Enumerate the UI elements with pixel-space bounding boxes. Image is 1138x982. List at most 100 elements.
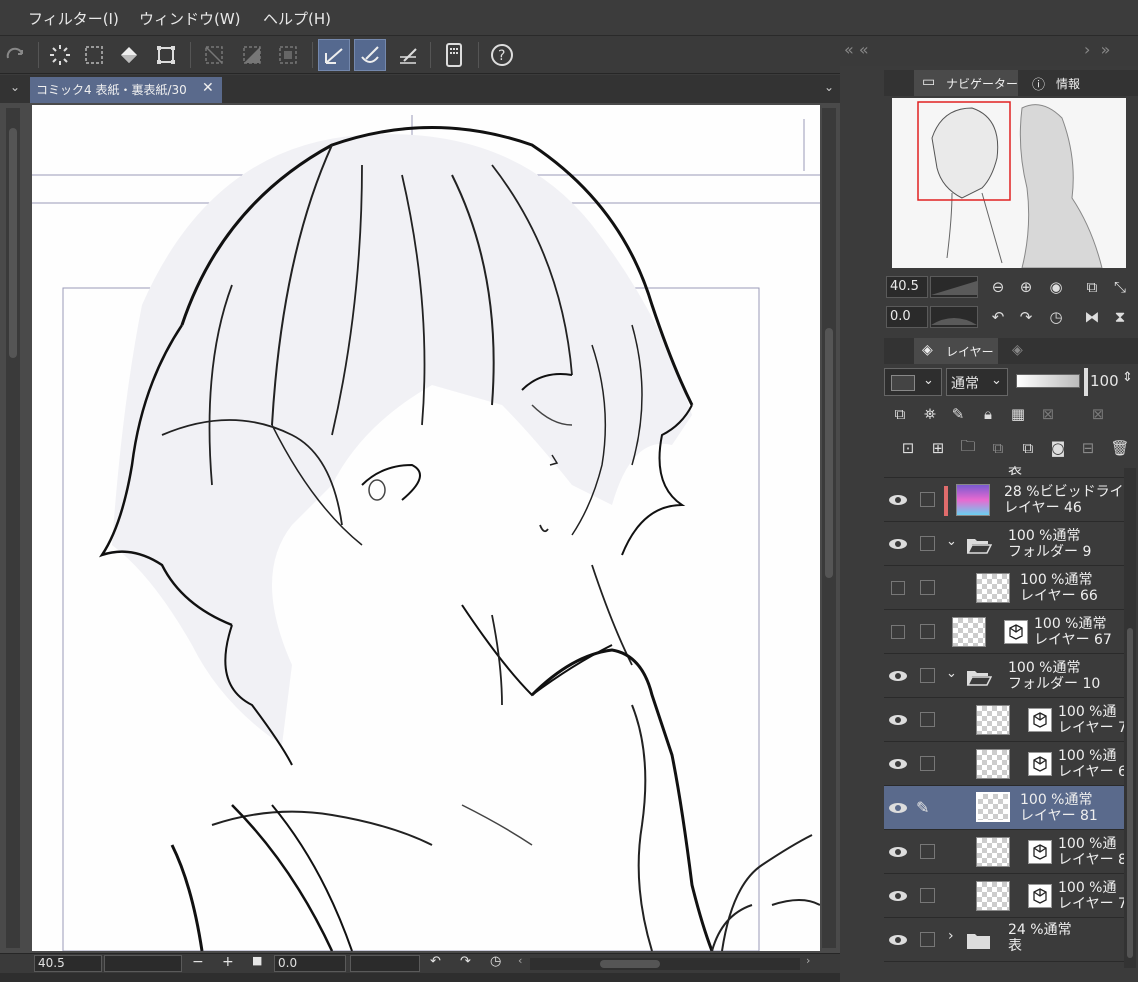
layer-checkbox[interactable]: [920, 888, 935, 903]
zoom-out-circle-icon[interactable]: ⊖: [988, 277, 1008, 297]
rotate-left-icon[interactable]: ↶: [430, 954, 441, 969]
clip-icon[interactable]: ⧉: [890, 404, 910, 424]
snap-special-ruler-icon[interactable]: [354, 39, 386, 71]
layer-checkbox[interactable]: [920, 932, 935, 947]
layer-row[interactable]: 100 %通常 レイヤー 67: [884, 610, 1124, 654]
lock-transparency-icon[interactable]: ▦: [1008, 404, 1028, 424]
collapse-right-icon[interactable]: › »: [1084, 40, 1110, 59]
layer-checkbox[interactable]: [920, 712, 935, 727]
fit-to-navigator-icon[interactable]: ⧉: [1082, 277, 1102, 297]
layer-row[interactable]: 28 %ビビッドライト レイヤー 46: [884, 478, 1124, 522]
layer-row-partial[interactable]: 表: [884, 466, 1124, 478]
combine-down-icon[interactable]: ⧉: [1018, 438, 1038, 458]
menu-help[interactable]: ヘルプ(H): [263, 8, 331, 29]
loading-icon[interactable]: [44, 39, 76, 71]
navigator-zoom-slider[interactable]: [930, 276, 978, 298]
draft-layer-icon[interactable]: ✎: [948, 404, 968, 424]
horizontal-scrollbar[interactable]: [530, 958, 800, 970]
tab-layer-property[interactable]: ◈: [1002, 338, 1042, 364]
layer-row-selected[interactable]: ✎ 100 %通常 レイヤー 81: [884, 786, 1124, 830]
flip-vertical-icon[interactable]: ⧗: [1110, 307, 1130, 327]
navigator-preview[interactable]: [892, 98, 1126, 268]
collapse-left-icon[interactable]: « «: [844, 40, 869, 59]
layer-checkbox[interactable]: [920, 624, 935, 639]
fill-bucket-icon[interactable]: [114, 39, 146, 71]
blend-mode-select[interactable]: 通常 ⌄: [946, 368, 1008, 396]
reset-rotation-icon[interactable]: ◷: [1046, 307, 1066, 327]
shrink-selection-icon[interactable]: [272, 39, 304, 71]
tab-menu-chevron-icon[interactable]: ⌄: [824, 80, 834, 94]
lock-icon[interactable]: 🔒︎: [978, 404, 998, 424]
folder-expand-chevron-icon[interactable]: ⌄: [946, 666, 957, 681]
zoom-field[interactable]: 40.5: [34, 955, 102, 972]
layer-checkbox[interactable]: [920, 492, 935, 507]
ruler-off-icon[interactable]: ⊠: [1088, 404, 1108, 424]
opacity-value[interactable]: 100: [1090, 372, 1119, 390]
layer-list-scrollbar[interactable]: [1124, 468, 1136, 968]
fit-icon[interactable]: ■: [252, 954, 262, 967]
rotate-left-icon[interactable]: ↶: [988, 307, 1008, 327]
folder-row[interactable]: ⌄ 100 %通常 フォルダー 9: [884, 522, 1124, 566]
new-raster-layer-icon[interactable]: ⊡: [898, 438, 918, 458]
invert-selection-icon[interactable]: [236, 39, 268, 71]
layer-checkbox[interactable]: [920, 536, 935, 551]
rotation-field[interactable]: 0.0: [274, 955, 346, 972]
rotation-slider[interactable]: [350, 955, 420, 972]
mask-off-icon[interactable]: ⊠: [1038, 404, 1058, 424]
layer-checkbox[interactable]: [920, 756, 935, 771]
close-tab-icon[interactable]: ✕: [202, 80, 214, 96]
document-tab[interactable]: コミック4 表紙・裏表紙/30 ✕: [30, 77, 222, 103]
layer-row[interactable]: 100 %通 レイヤー 7: [884, 874, 1124, 918]
zoom-slider[interactable]: [104, 955, 182, 972]
zoom-out-icon[interactable]: −: [192, 954, 204, 970]
tab-navigator[interactable]: ▭ ナビゲーター: [914, 70, 1018, 96]
navigator-zoom-field[interactable]: 40.5: [886, 276, 928, 298]
opacity-slider[interactable]: [1016, 374, 1080, 388]
color-swatch-dropdown[interactable]: ⌄: [884, 368, 942, 396]
apply-mask-icon[interactable]: ⊟: [1078, 438, 1098, 458]
eye-icon[interactable]: [884, 918, 912, 962]
tab-layer[interactable]: ◈ レイヤー: [914, 338, 998, 364]
eye-icon[interactable]: [884, 786, 912, 830]
navigator-rotation-slider[interactable]: [930, 306, 978, 328]
eye-icon[interactable]: [884, 478, 912, 522]
layer-row[interactable]: 100 %通 レイヤー 8: [884, 830, 1124, 874]
opacity-stepper-icon[interactable]: ⇕: [1122, 370, 1133, 385]
rotate-right-icon[interactable]: ↷: [1016, 307, 1036, 327]
scroll-left-icon[interactable]: ‹: [518, 954, 522, 967]
redo-icon[interactable]: [0, 39, 32, 71]
drawing-canvas[interactable]: [32, 105, 820, 951]
layer-row[interactable]: 100 %通 レイヤー 7: [884, 698, 1124, 742]
navigator-rotation-field[interactable]: 0.0: [886, 306, 928, 328]
selection-marquee-icon[interactable]: [78, 39, 110, 71]
transform-icon[interactable]: [150, 39, 182, 71]
layer-row[interactable]: 100 %通 レイヤー 6: [884, 742, 1124, 786]
tab-info[interactable]: ⓘ 情報: [1024, 70, 1096, 96]
delete-layer-icon[interactable]: 🗑︎: [1110, 438, 1130, 458]
folder-row[interactable]: ⌄ 100 %通常 フォルダー 10: [884, 654, 1124, 698]
flip-horizontal-icon[interactable]: ⧓: [1082, 307, 1102, 327]
eye-icon[interactable]: [884, 522, 912, 566]
tab-list-chevron-icon[interactable]: ⌄: [10, 80, 20, 94]
rotate-right-icon[interactable]: ↷: [460, 954, 471, 969]
layer-checkbox[interactable]: [920, 668, 935, 683]
reference-layer-icon[interactable]: ⛯: [920, 404, 940, 424]
fit-to-window-icon[interactable]: ⤡: [1110, 277, 1130, 297]
menu-window[interactable]: ウィンドウ(W): [139, 8, 241, 29]
zoom-in-circle-icon[interactable]: ⊕: [1016, 277, 1036, 297]
clear-selection-icon[interactable]: [198, 39, 230, 71]
zoom-in-icon[interactable]: +: [222, 954, 234, 970]
canvas-vertical-scrollbar[interactable]: [822, 108, 836, 948]
snap-ruler-icon[interactable]: [318, 39, 350, 71]
new-folder-icon[interactable]: 🗀︎: [958, 437, 978, 458]
folder-expand-chevron-icon[interactable]: ⌄: [946, 534, 957, 549]
menu-filter[interactable]: フィルター(I): [28, 8, 119, 29]
hidden-eye-slot[interactable]: [884, 610, 912, 654]
layer-checkbox[interactable]: [920, 844, 935, 859]
eye-icon[interactable]: [884, 654, 912, 698]
layer-row[interactable]: 100 %通常 レイヤー 66: [884, 566, 1124, 610]
device-icon[interactable]: [438, 39, 470, 71]
reset-rotation-icon[interactable]: ◷: [490, 954, 501, 969]
folder-collapsed-chevron-icon[interactable]: ›: [948, 928, 954, 944]
eye-icon[interactable]: [884, 698, 912, 742]
